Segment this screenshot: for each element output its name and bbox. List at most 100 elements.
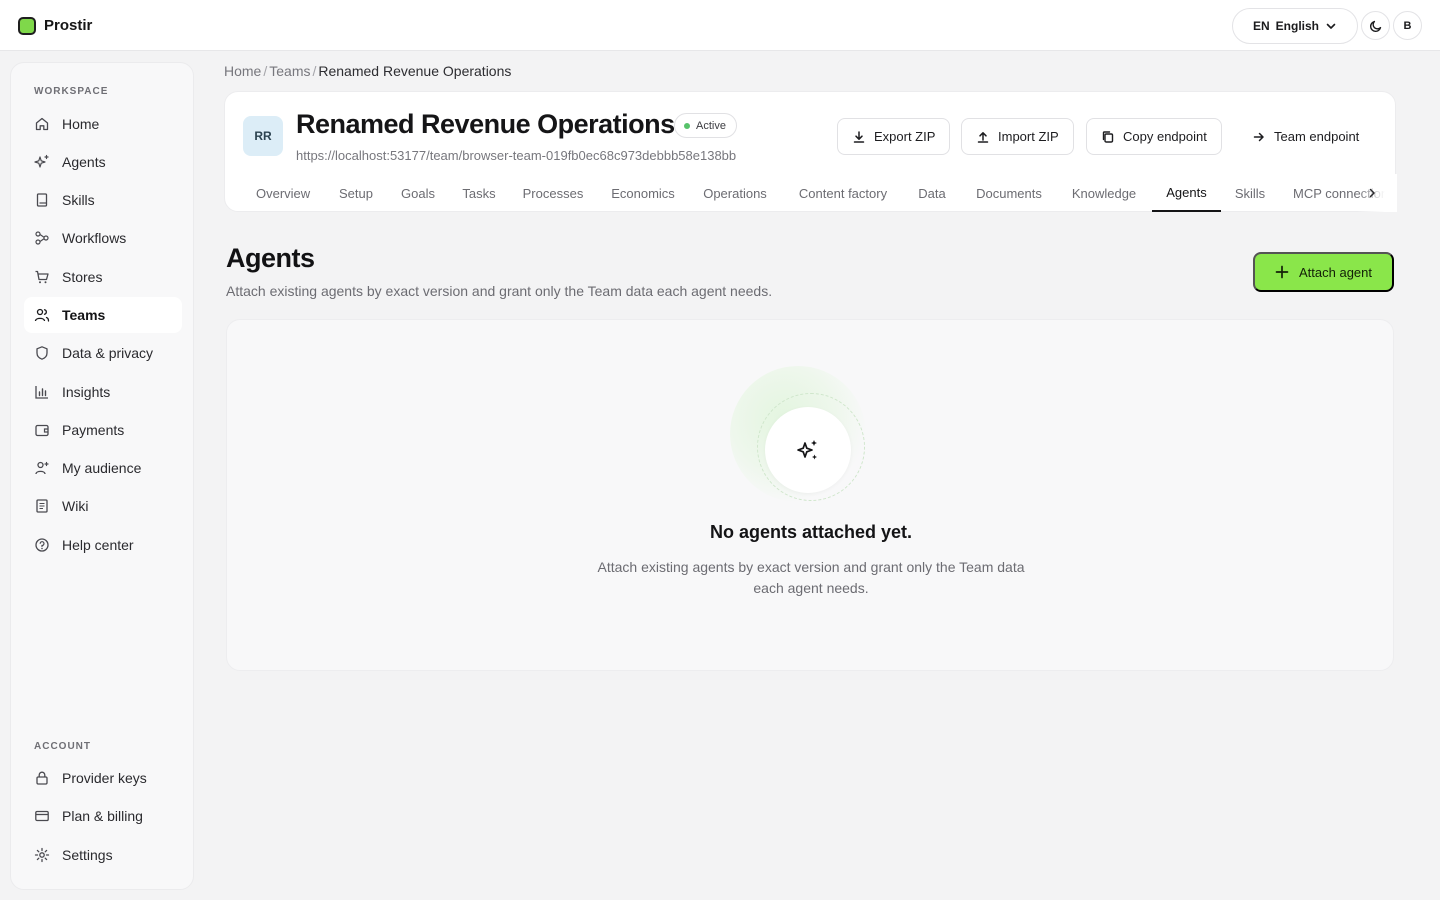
tab-goals[interactable]: Goals xyxy=(389,174,447,212)
sidebar-item-insights[interactable]: Insights xyxy=(24,374,182,410)
sidebar-section-workspace: WORKSPACE xyxy=(34,86,109,97)
language-selector[interactable]: EN English xyxy=(1232,8,1358,44)
chevron-right-icon[interactable] xyxy=(1366,187,1378,199)
sidebar-item-skills[interactable]: Skills xyxy=(24,182,182,218)
tab-data[interactable]: Data xyxy=(908,174,956,212)
team-endpoint-link[interactable]: Team endpoint xyxy=(1238,118,1373,155)
sidebar-item-label: My audience xyxy=(62,460,142,476)
sidebar-item-label: Teams xyxy=(62,307,106,323)
breadcrumb: Home / Teams / Renamed Revenue Operation… xyxy=(224,63,511,79)
tab-setup[interactable]: Setup xyxy=(327,174,385,212)
empty-state-description: Attach existing agents by exact version … xyxy=(597,559,1025,596)
sidebar-item-label: Insights xyxy=(62,384,111,400)
sparkles-icon xyxy=(794,436,822,464)
empty-state-card: No agents attached yet. Attach existing … xyxy=(226,319,1394,671)
copy-endpoint-button[interactable]: Copy endpoint xyxy=(1086,118,1222,155)
team-header-card: RR Renamed Revenue Operations Active htt… xyxy=(224,91,1397,212)
upload-icon xyxy=(976,130,990,144)
sidebar-item-home[interactable]: Home xyxy=(24,106,182,142)
sidebar-item-label: Data & privacy xyxy=(62,345,154,361)
audience-icon xyxy=(34,460,50,476)
sidebar-item-settings[interactable]: Settings xyxy=(24,837,182,873)
sidebar-item-label: Agents xyxy=(62,154,106,170)
sidebar: WORKSPACE Home Agents Skills Workflows S… xyxy=(10,62,194,890)
sidebar-item-provider-keys[interactable]: Provider keys xyxy=(24,760,182,796)
copy-endpoint-label: Copy endpoint xyxy=(1123,129,1207,144)
sidebar-item-plan-billing[interactable]: Plan & billing xyxy=(24,798,182,834)
shield-icon xyxy=(34,345,50,361)
sparkles-icon xyxy=(34,154,50,170)
sidebar-item-label: Settings xyxy=(62,847,113,863)
sidebar-item-label: Skills xyxy=(62,192,95,208)
empty-state-illustration xyxy=(765,407,851,493)
sidebar-item-label: Provider keys xyxy=(62,770,147,786)
tab-knowledge[interactable]: Knowledge xyxy=(1059,174,1149,212)
help-icon xyxy=(34,537,50,553)
theme-toggle-button[interactable] xyxy=(1361,11,1390,40)
sidebar-item-help-center[interactable]: Help center xyxy=(24,527,182,563)
tab-economics[interactable]: Economics xyxy=(599,174,687,212)
sidebar-item-label: Plan & billing xyxy=(62,808,143,824)
copy-icon xyxy=(1101,130,1115,144)
breadcrumb-teams[interactable]: Teams xyxy=(269,63,310,79)
sidebar-item-teams[interactable]: Teams xyxy=(24,297,182,333)
export-zip-label: Export ZIP xyxy=(874,129,936,144)
empty-state-title: No agents attached yet. xyxy=(709,522,913,542)
brand-name: Prostir xyxy=(44,17,93,34)
gear-icon xyxy=(34,847,50,863)
sidebar-item-label: Wiki xyxy=(62,498,89,514)
sidebar-item-agents[interactable]: Agents xyxy=(24,144,182,180)
cart-icon xyxy=(34,269,50,285)
export-zip-button[interactable]: Export ZIP xyxy=(837,118,951,155)
brand-logo-icon xyxy=(18,16,36,35)
tab-skills[interactable]: Skills xyxy=(1221,174,1279,212)
sidebar-item-wiki[interactable]: Wiki xyxy=(24,488,182,524)
import-zip-label: Import ZIP xyxy=(998,129,1059,144)
breadcrumb-current: Renamed Revenue Operations xyxy=(318,63,512,79)
sidebar-item-data-privacy[interactable]: Data & privacy xyxy=(24,335,182,371)
download-icon xyxy=(852,130,866,144)
page-title: Agents xyxy=(226,243,315,273)
tab-processes[interactable]: Processes xyxy=(512,174,594,212)
sidebar-item-payments[interactable]: Payments xyxy=(24,412,182,448)
sidebar-item-label: Help center xyxy=(62,537,134,553)
wallet-icon xyxy=(34,422,50,438)
plus-icon xyxy=(1275,265,1289,279)
status-dot-icon xyxy=(684,122,690,129)
document-icon xyxy=(34,498,50,514)
sidebar-item-label: Workflows xyxy=(62,230,127,246)
sidebar-item-stores[interactable]: Stores xyxy=(24,259,182,295)
users-icon xyxy=(34,307,50,323)
sidebar-item-label: Payments xyxy=(62,422,125,438)
sidebar-item-label: Stores xyxy=(62,269,103,285)
tab-operations[interactable]: Operations xyxy=(691,174,779,212)
sidebar-section-account: ACCOUNT xyxy=(34,741,91,752)
status-label: Active xyxy=(696,119,726,132)
breadcrumb-separator: / xyxy=(263,63,268,79)
lock-icon xyxy=(34,770,50,786)
brand[interactable]: Prostir xyxy=(18,16,92,35)
home-icon xyxy=(34,116,50,132)
sidebar-item-workflows[interactable]: Workflows xyxy=(24,220,182,256)
arrow-right-icon xyxy=(1252,130,1266,144)
attach-agent-label: Attach agent xyxy=(1299,264,1372,280)
moon-icon xyxy=(1369,19,1383,33)
language-code: EN xyxy=(1252,19,1270,33)
status-badge: Active xyxy=(674,113,737,138)
breadcrumb-home[interactable]: Home xyxy=(224,63,261,79)
sidebar-item-my-audience[interactable]: My audience xyxy=(24,450,182,486)
user-initial: B xyxy=(1403,19,1412,32)
tab-content-factory[interactable]: Content factory xyxy=(785,174,901,212)
workflow-icon xyxy=(34,230,50,246)
team-url: https://localhost:53177/team/browser-tea… xyxy=(296,148,737,163)
tab-documents[interactable]: Documents xyxy=(963,174,1055,212)
attach-agent-button[interactable]: Attach agent xyxy=(1253,252,1394,292)
user-avatar-button[interactable]: B xyxy=(1393,11,1422,40)
team-avatar: RR xyxy=(243,116,283,156)
import-zip-button[interactable]: Import ZIP xyxy=(961,118,1074,155)
team-name: Renamed Revenue Operations xyxy=(296,109,675,139)
tab-tasks[interactable]: Tasks xyxy=(451,174,507,212)
language-label: English xyxy=(1275,19,1319,33)
team-endpoint-label: Team endpoint xyxy=(1274,129,1360,144)
tab-agents[interactable]: Agents xyxy=(1152,174,1221,212)
